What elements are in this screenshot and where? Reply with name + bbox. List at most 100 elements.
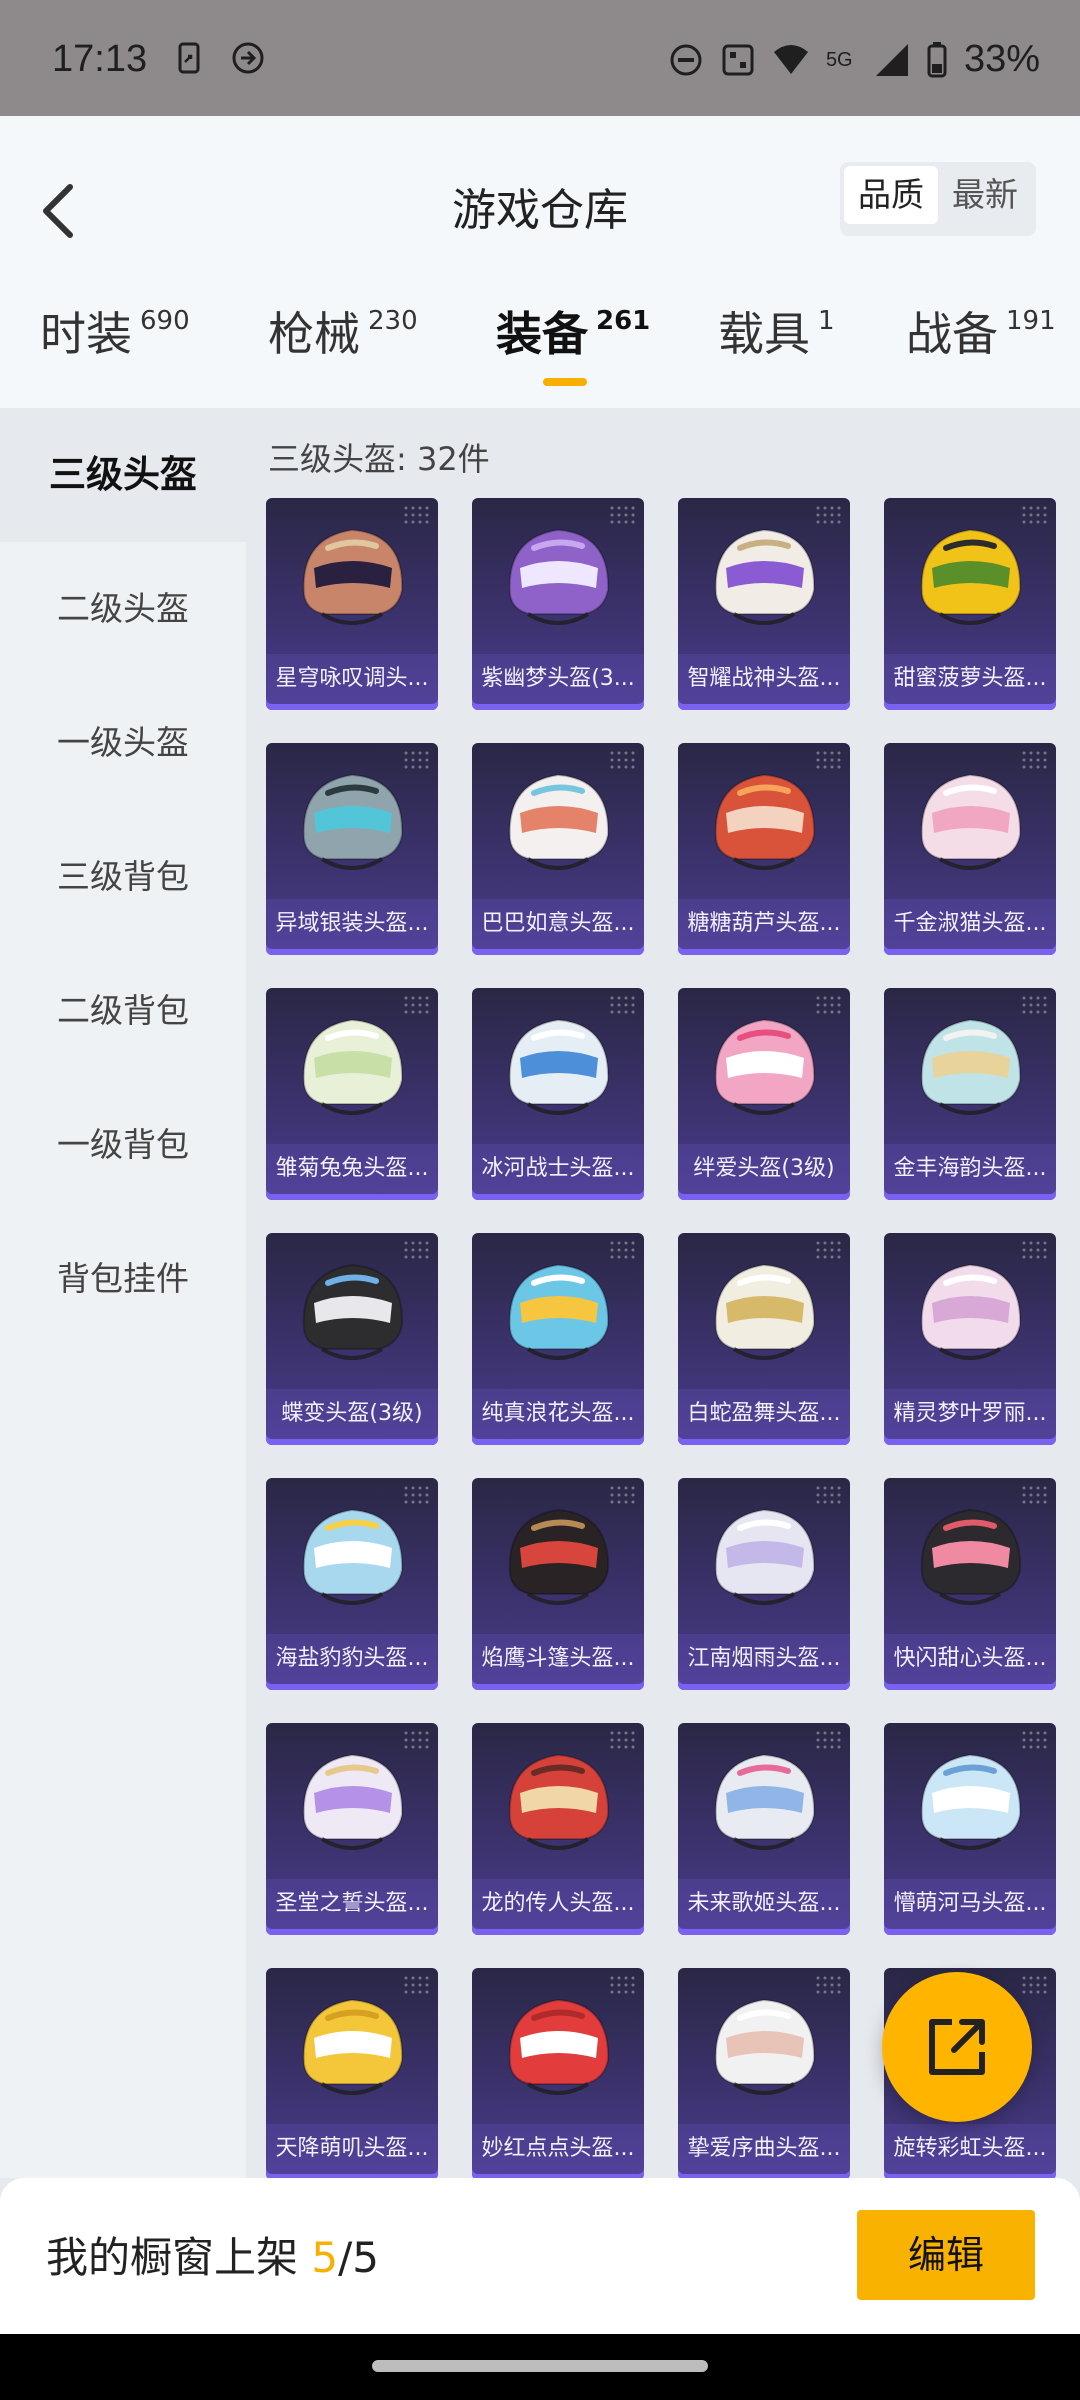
helmet-item-card[interactable]: 星穹咏叹调头... <box>266 498 438 710</box>
helmet-image-icon <box>508 751 635 870</box>
helmet-item-name: 快闪甜心头盔... <box>884 1634 1056 1684</box>
tab-label: 时装 <box>40 307 132 361</box>
sidebar-item-level2-backpack[interactable]: 二级背包 <box>0 944 246 1078</box>
helmet-item-card[interactable]: 甜蜜菠萝头盔... <box>884 498 1056 710</box>
helmet-image-icon <box>920 1241 1047 1360</box>
sort-toggle: 品质 最新 <box>840 162 1036 236</box>
tab-supplies[interactable]: 战备 191 <box>906 296 1056 396</box>
navigation-arrow-icon <box>232 42 264 74</box>
helmet-item-name: 精灵梦叶罗丽... <box>884 1389 1056 1439</box>
edit-button[interactable]: 编辑 <box>857 2210 1035 2300</box>
status-time: 17:13 <box>52 38 148 80</box>
helmet-item-name: 星穹咏叹调头... <box>266 654 438 704</box>
network-type: 5G <box>825 48 853 71</box>
sidebar-item-level1-helmet[interactable]: 一级头盔 <box>0 676 246 810</box>
helmet-image-icon <box>920 506 1047 625</box>
helmet-item-card[interactable]: 千金淑猫头盔... <box>884 743 1056 955</box>
helmet-image-icon <box>714 1731 841 1850</box>
sidebar-item-level3-backpack[interactable]: 三级背包 <box>0 810 246 944</box>
helmet-image-icon <box>508 506 635 625</box>
helmet-image-icon <box>920 996 1047 1115</box>
helmet-item-card[interactable]: 快闪甜心头盔... <box>884 1478 1056 1690</box>
showcase-total: /5 <box>338 2233 379 2282</box>
helmet-item-name: 雏菊兔兔头盔... <box>266 1144 438 1194</box>
tab-count: 1 <box>818 306 835 336</box>
item-count: 三级头盔: 32件 <box>268 440 490 478</box>
helmet-item-card[interactable]: 妙红点点头盔... <box>472 1968 644 2180</box>
system-nav-bar <box>0 2334 1080 2400</box>
helmet-item-card[interactable]: 龙的传人头盔... <box>472 1723 644 1935</box>
helmet-item-card[interactable]: 异域银装头盔... <box>266 743 438 955</box>
sort-quality-button[interactable]: 品质 <box>844 166 938 224</box>
tab-label: 枪械 <box>268 307 360 361</box>
external-link-icon <box>929 2019 985 2075</box>
helmet-item-card[interactable]: 智耀战神头盔... <box>678 498 850 710</box>
wifi-icon <box>773 44 808 74</box>
helmet-image-icon <box>714 506 841 625</box>
helmet-item-card[interactable]: 雏菊兔兔头盔... <box>266 988 438 1200</box>
helmet-image-icon <box>302 506 429 625</box>
helmet-item-card[interactable]: 天降萌叽头盔... <box>266 1968 438 2180</box>
sidebar-item-backpack-charm[interactable]: 背包挂件 <box>0 1212 246 1346</box>
helmet-item-name: 千金淑猫头盔... <box>884 899 1056 949</box>
helmet-item-card[interactable]: 糖糖葫芦头盔... <box>678 743 850 955</box>
helmet-item-card[interactable]: 紫幽梦头盔(3... <box>472 498 644 710</box>
helmet-item-name: 未来歌姬头盔... <box>678 1879 850 1929</box>
helmet-item-card[interactable]: 焰鹰斗篷头盔... <box>472 1478 644 1690</box>
screen-rotate-icon <box>178 42 200 74</box>
helmet-image-icon <box>920 1731 1047 1850</box>
helmet-item-name: 龙的传人头盔... <box>472 1879 644 1929</box>
helmet-item-card[interactable]: 海盐豹豹头盔... <box>266 1478 438 1690</box>
helmet-item-card[interactable]: 白蛇盈舞头盔... <box>678 1233 850 1445</box>
helmet-item-name: 绊爱头盔(3级) <box>678 1144 850 1194</box>
tab-count: 191 <box>1006 306 1056 336</box>
helmet-image-icon <box>920 751 1047 870</box>
sort-latest-button[interactable]: 最新 <box>938 166 1032 224</box>
helmet-item-name: 白蛇盈舞头盔... <box>678 1389 850 1439</box>
battery-icon <box>927 41 947 77</box>
helmet-item-name: 挚爱序曲头盔... <box>678 2124 850 2174</box>
helmet-item-card[interactable]: 纯真浪花头盔... <box>472 1233 644 1445</box>
helmet-item-card[interactable]: 冰河战士头盔... <box>472 988 644 1200</box>
helmet-item-card[interactable]: 精灵梦叶罗丽... <box>884 1233 1056 1445</box>
share-button[interactable] <box>882 1972 1032 2122</box>
helmet-item-name: 甜蜜菠萝头盔... <box>884 654 1056 704</box>
helmet-item-card[interactable]: 未来歌姬头盔... <box>678 1723 850 1935</box>
helmet-item-card[interactable]: 绊爱头盔(3级) <box>678 988 850 1200</box>
helmet-item-name: 冰河战士头盔... <box>472 1144 644 1194</box>
helmet-item-name: 智耀战神头盔... <box>678 654 850 704</box>
tab-vehicles[interactable]: 载具 1 <box>718 296 835 396</box>
home-gesture-pill[interactable] <box>372 2360 708 2372</box>
helmet-item-name: 江南烟雨头盔... <box>678 1634 850 1684</box>
helmet-image-icon <box>302 751 429 870</box>
helmet-image-icon <box>714 751 841 870</box>
helmet-item-card[interactable]: 江南烟雨头盔... <box>678 1478 850 1690</box>
dnd-icon <box>670 44 702 75</box>
header: 游戏仓库 品质 最新 时装 690 枪械 230 装备 261 载具 1 战备 … <box>0 116 1080 408</box>
helmet-image-icon <box>302 1731 429 1850</box>
battery-level: 33% <box>963 38 1040 80</box>
helmet-item-card[interactable]: 懵萌河马头盔... <box>884 1723 1056 1935</box>
helmet-item-name: 圣堂之誓头盔... <box>266 1879 438 1929</box>
helmet-image-icon <box>302 1976 429 2095</box>
helmet-item-card[interactable]: 圣堂之誓头盔... <box>266 1723 438 1935</box>
helmet-image-icon <box>302 996 429 1115</box>
helmet-item-name: 懵萌河马头盔... <box>884 1879 1056 1929</box>
helmet-image-icon <box>508 1486 635 1605</box>
tab-weapons[interactable]: 枪械 230 <box>268 296 418 396</box>
helmet-image-icon <box>920 1486 1047 1605</box>
helmet-item-name: 紫幽梦头盔(3... <box>472 654 644 704</box>
helmet-item-card[interactable]: 金丰海韵头盔... <box>884 988 1056 1200</box>
helmet-item-card[interactable]: 挚爱序曲头盔... <box>678 1968 850 2180</box>
helmet-image-icon <box>714 1976 841 2095</box>
helmet-item-name: 蝶变头盔(3级) <box>266 1389 438 1439</box>
sidebar-item-level1-backpack[interactable]: 一级背包 <box>0 1078 246 1212</box>
sidebar-item-level2-helmet[interactable]: 二级头盔 <box>0 542 246 676</box>
sidebar-item-level3-helmet[interactable]: 三级头盔 <box>0 408 246 542</box>
helmet-item-card[interactable]: 蝶变头盔(3级) <box>266 1233 438 1445</box>
helmet-image-icon <box>508 996 635 1115</box>
helmet-item-name: 糖糖葫芦头盔... <box>678 899 850 949</box>
tab-fashion[interactable]: 时装 690 <box>40 296 190 396</box>
helmet-item-name: 旋转彩虹头盔... <box>884 2124 1056 2174</box>
helmet-item-card[interactable]: 巴巴如意头盔... <box>472 743 644 955</box>
